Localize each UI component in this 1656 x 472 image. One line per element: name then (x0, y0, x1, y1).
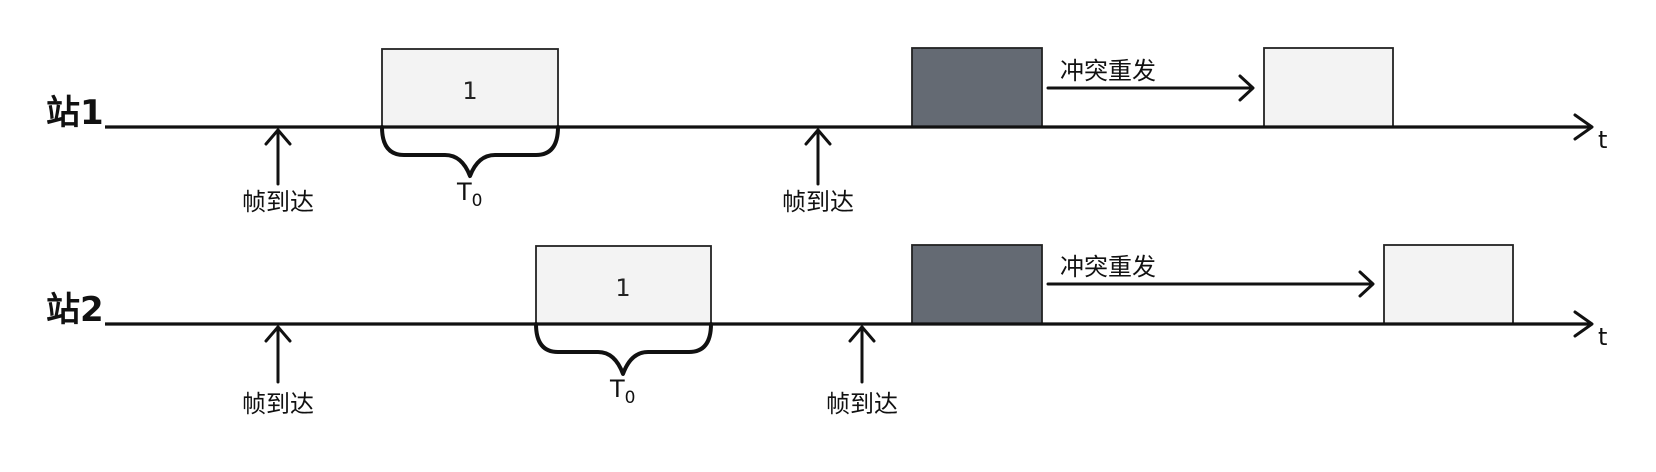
station-2-label: 站2 (46, 290, 104, 330)
station-2-collision-block (911, 244, 1043, 325)
station-1-duration-brace (380, 125, 560, 178)
station-2-duration-label: T0 (609, 375, 636, 408)
station-1-label: 站1 (46, 93, 104, 133)
station-2-time-label: t (1598, 323, 1607, 351)
station-1-duration-label: T0 (456, 178, 483, 211)
station-2-retransmit-frame (1383, 244, 1514, 325)
station-1-frame-number: 1 (462, 77, 477, 105)
station-1-arrival-label-2: 帧到达 (782, 188, 854, 216)
station-2-arrival-label-1: 帧到达 (242, 390, 314, 418)
station-2-retransmit-label: 冲突重发 (1060, 253, 1156, 281)
diagram-canvas: 站1 1 t T0 帧到达 帧到达 冲突重发 站2 1 t T0 帧到达 帧到达… (46, 47, 1607, 418)
station-1-retransmit-label: 冲突重发 (1060, 57, 1156, 85)
station-2-row: 站2 1 t T0 帧到达 帧到达 冲突重发 (46, 244, 1607, 418)
station-2-frame-number: 1 (615, 274, 630, 302)
timing-diagram: 站1 1 t T0 帧到达 帧到达 冲突重发 站2 1 t T0 帧到达 帧到达… (0, 0, 1656, 472)
station-2-duration-brace (534, 322, 713, 376)
station-1-retransmit-frame (1263, 47, 1394, 128)
station-2-arrival-label-2: 帧到达 (826, 390, 898, 418)
station-1-row: 站1 1 t T0 帧到达 帧到达 冲突重发 (46, 47, 1607, 216)
station-1-arrival-label-1: 帧到达 (242, 188, 314, 216)
station-1-time-label: t (1598, 126, 1607, 154)
station-1-collision-block (911, 47, 1043, 128)
